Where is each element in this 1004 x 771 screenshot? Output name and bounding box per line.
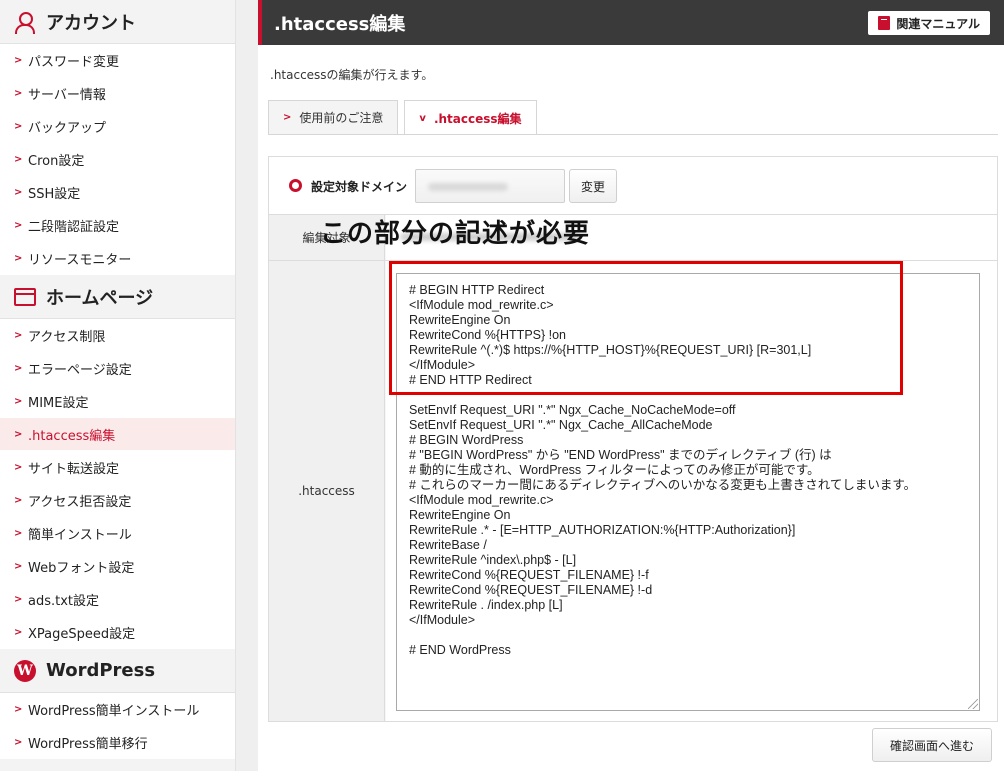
chevron-right-icon: >	[14, 560, 23, 572]
page: アカウント > パスワード変更 > サーバー情報 > バックアップ > Cron設定 >…	[0, 0, 1004, 771]
htaccess-label: .htaccess	[269, 261, 385, 721]
page-title: .htaccess編集	[274, 13, 406, 35]
chevron-right-icon: >	[14, 362, 23, 374]
sidebar-item-access-deny[interactable]: > アクセス拒否設定	[0, 484, 235, 517]
sidebar-item-error-page[interactable]: > エラーページ設定	[0, 352, 235, 385]
sidebar-item-xpagespeed[interactable]: > XPageSpeed設定	[0, 616, 235, 649]
sidebar-item-wp-install[interactable]: > WordPress簡単インストール	[0, 693, 235, 726]
sidebar-item-resource-monitor[interactable]: > リソースモニター	[0, 242, 235, 275]
blurred-domain	[428, 183, 508, 191]
sidebar-item-easy-install[interactable]: > 簡単インストール	[0, 517, 235, 550]
chevron-right-icon: >	[14, 153, 23, 165]
manual-button[interactable]: 関連マニュアル	[868, 11, 990, 35]
chevron-right-icon: >	[14, 703, 23, 715]
sidebar-item-password[interactable]: > パスワード変更	[0, 44, 235, 77]
sidebar-item-wp-migrate[interactable]: > WordPress簡単移行	[0, 726, 235, 759]
wordpress-icon: W	[14, 659, 36, 682]
user-icon	[14, 11, 36, 34]
chevron-right-icon: >	[14, 494, 23, 506]
chevron-right-icon: >	[14, 593, 23, 605]
sidebar-item-access-restriction[interactable]: > アクセス制限	[0, 319, 235, 352]
sidebar-item-cron[interactable]: > Cron設定	[0, 143, 235, 176]
tab-divider	[268, 134, 998, 135]
wordpress-menu: > WordPress簡単インストール > WordPress簡単移行	[0, 693, 235, 759]
domain-label: 設定対象ドメイン	[311, 180, 408, 194]
sidebar-item-backup[interactable]: > バックアップ	[0, 110, 235, 143]
sidebar: アカウント > パスワード変更 > サーバー情報 > バックアップ > Cron設定 >…	[0, 0, 236, 771]
sidebar-item-ads-txt[interactable]: > ads.txt設定	[0, 583, 235, 616]
chevron-right-icon: >	[14, 329, 23, 341]
chevron-right-icon: >	[14, 527, 23, 539]
radio-button[interactable]	[289, 179, 302, 192]
chevron-right-icon: >	[14, 252, 23, 264]
sidebar-section-wordpress: W WordPress	[0, 649, 235, 693]
tab-precautions[interactable]: > 使用前のご注意	[268, 100, 399, 134]
tab-bar: > 使用前のご注意 v .htaccess編集	[268, 100, 543, 135]
account-menu: > パスワード変更 > サーバー情報 > バックアップ > Cron設定 > SSH設定 …	[0, 44, 235, 275]
window-icon	[14, 287, 36, 306]
sidebar-section-account: アカウント	[0, 0, 235, 44]
section-title: アカウント	[46, 12, 136, 34]
change-button[interactable]: 変更	[569, 169, 617, 203]
chevron-right-icon: >	[14, 87, 23, 99]
homepage-menu: > アクセス制限 > エラーページ設定 > MIME設定 > .htaccess編集 >…	[0, 319, 235, 649]
chevron-right-icon: >	[14, 428, 23, 440]
sidebar-item-htaccess[interactable]: > .htaccess編集	[0, 418, 235, 451]
sidebar-section-homepage: ホームページ	[0, 275, 235, 319]
page-header: .htaccess編集 関連マニュアル	[258, 0, 1004, 45]
domain-row: 設定対象ドメイン 変更	[269, 157, 997, 215]
section-title: WordPress	[46, 660, 156, 681]
chevron-right-icon: >	[14, 219, 23, 231]
sidebar-item-webfont[interactable]: > Webフォント設定	[0, 550, 235, 583]
chevron-right-icon: >	[14, 120, 23, 132]
annotation-callout: この部分の記述が必要	[320, 219, 591, 249]
chevron-right-icon: >	[14, 395, 23, 407]
book-icon	[878, 16, 891, 30]
section-title: ホームページ	[46, 287, 154, 309]
tab-htaccess-edit[interactable]: v .htaccess編集	[404, 100, 537, 135]
chevron-down-icon: v	[419, 112, 426, 124]
chevron-right-icon: >	[14, 54, 23, 66]
chevron-right-icon: >	[14, 461, 23, 473]
resize-grip-icon[interactable]	[968, 699, 978, 709]
chevron-right-icon: >	[14, 186, 23, 198]
page-description: .htaccessの編集が行えます。	[270, 68, 434, 82]
chevron-right-icon: >	[14, 736, 23, 748]
confirm-button[interactable]: 確認画面へ進む	[872, 728, 992, 762]
sidebar-item-mime[interactable]: > MIME設定	[0, 385, 235, 418]
sidebar-item-site-redirect[interactable]: > サイト転送設定	[0, 451, 235, 484]
sidebar-item-server-info[interactable]: > サーバー情報	[0, 77, 235, 110]
chevron-right-icon: >	[14, 626, 23, 638]
sidebar-item-ssh[interactable]: > SSH設定	[0, 176, 235, 209]
domain-select[interactable]	[415, 169, 565, 203]
sidebar-item-2fa[interactable]: > 二段階認証設定	[0, 209, 235, 242]
annotation-highlight-box	[389, 261, 903, 395]
chevron-right-icon: >	[283, 112, 292, 123]
